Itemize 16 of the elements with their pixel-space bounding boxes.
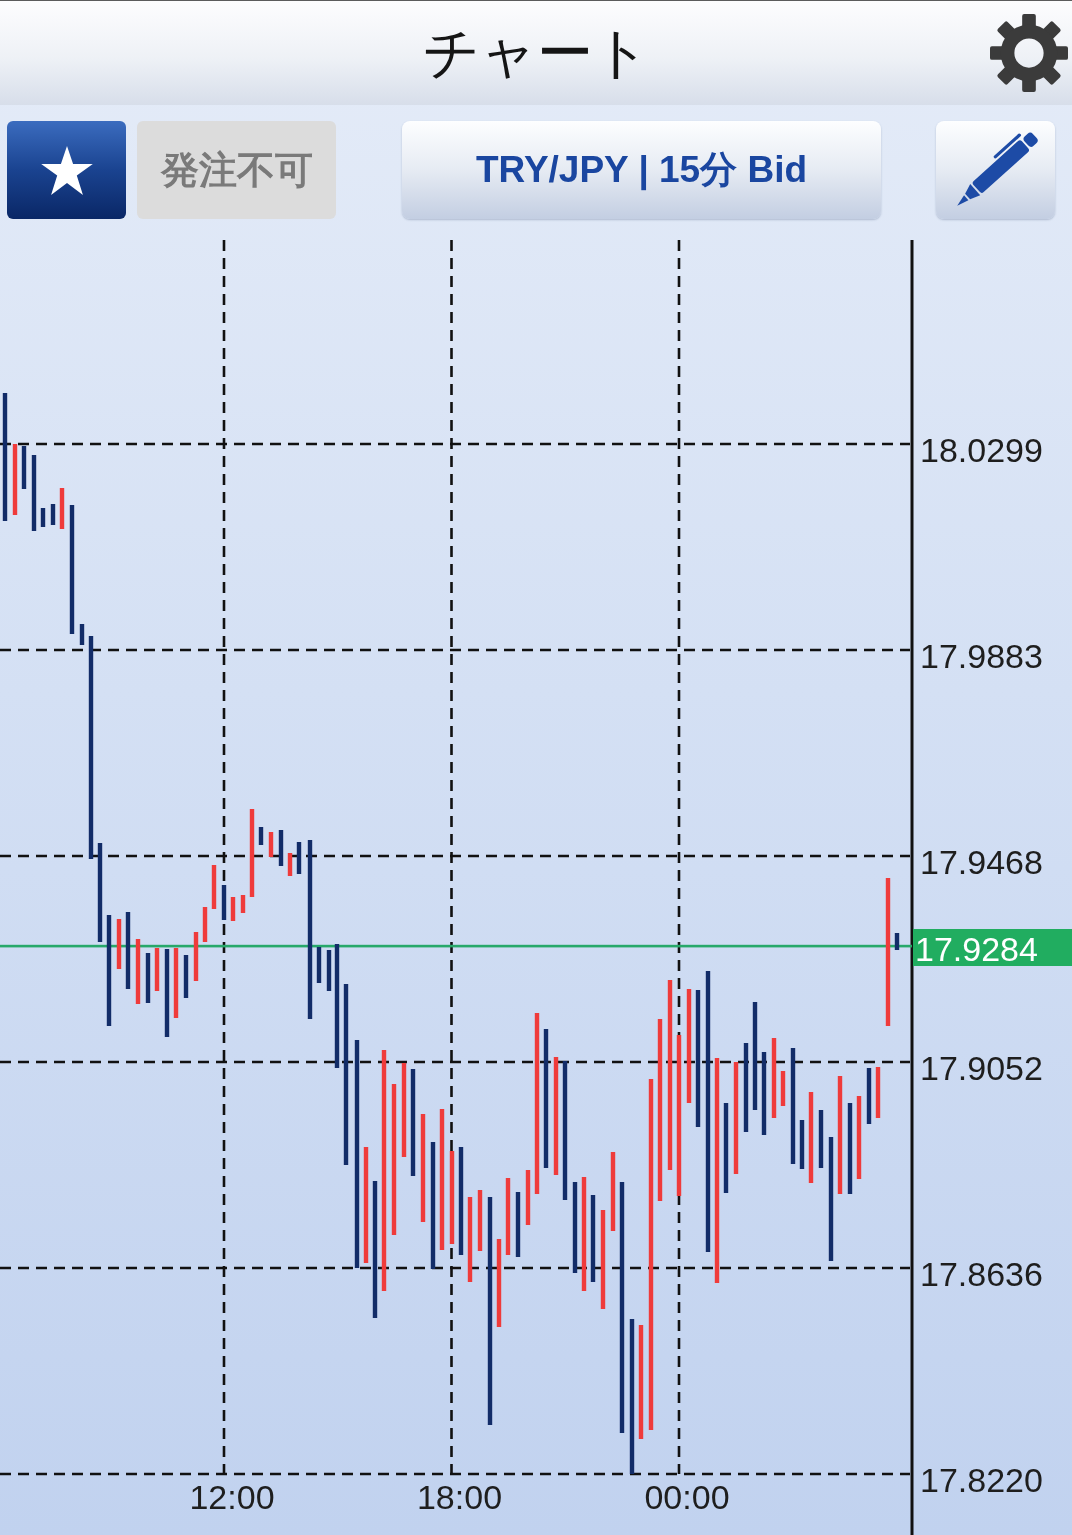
star-icon: [40, 145, 93, 195]
screen-title: チャート: [422, 20, 650, 86]
favorite-button[interactable]: [7, 121, 126, 219]
settings-icon[interactable]: [990, 14, 1068, 92]
price-axis-label: 17.8636: [920, 1255, 1043, 1293]
current-price-tag: 17.9284: [913, 929, 1072, 968]
symbol-selector-button[interactable]: TRY/JPY | 15分 Bid: [402, 121, 881, 219]
price-axis-label: 18.0299: [920, 431, 1043, 469]
price-axis-label: 17.8220: [920, 1461, 1043, 1499]
price-axis-label: 17.9468: [920, 843, 1043, 881]
time-axis-label: 12:00: [189, 1478, 275, 1516]
price-axis-label: 17.9052: [920, 1049, 1043, 1087]
drawing-tool-button[interactable]: [936, 121, 1055, 219]
time-axis-label: 00:00: [644, 1478, 730, 1516]
price-axis-label: 17.9883: [920, 637, 1043, 675]
time-axis-label: 18:00: [416, 1478, 503, 1516]
